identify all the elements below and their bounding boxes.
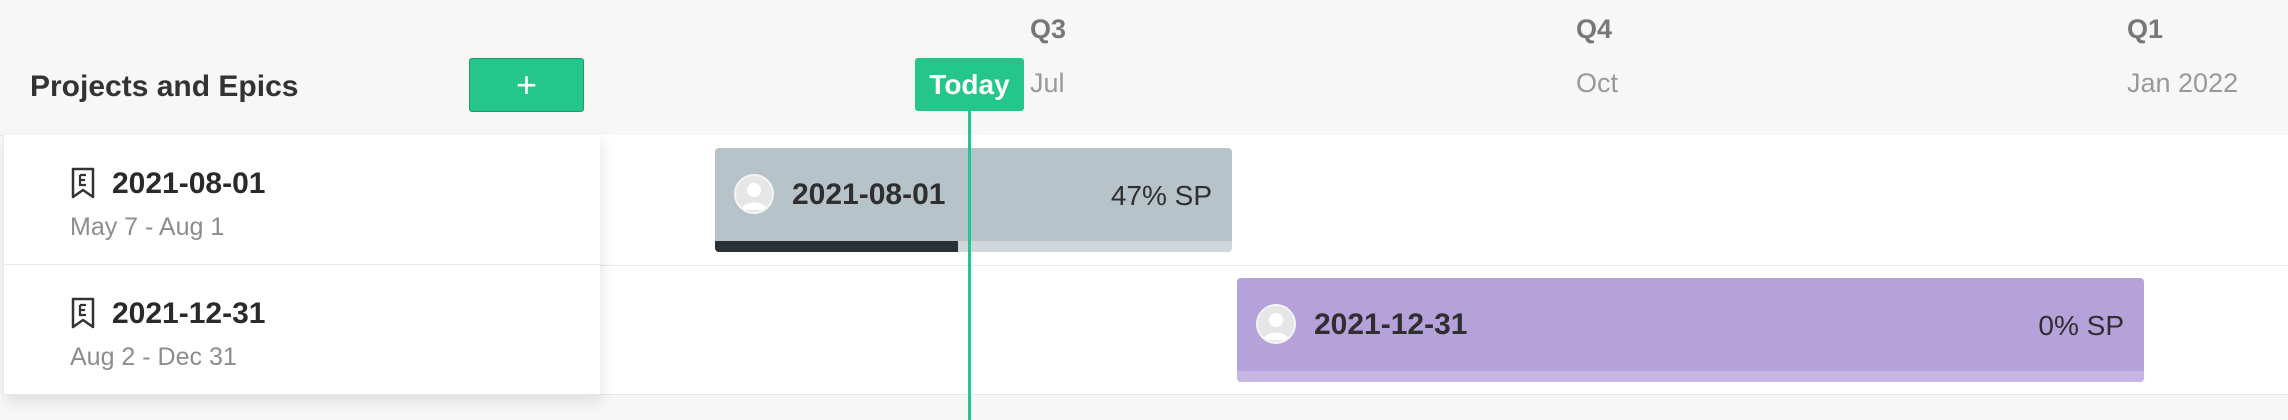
epic-bar-2021-08-01[interactable]: 2021-08-01 47% SP <box>715 148 1232 252</box>
avatar <box>734 174 774 214</box>
epic-list: 2021-08-01 May 7 - Aug 1 2021-12-31 Aug … <box>3 135 601 395</box>
epic-bar-title: 2021-12-31 <box>1314 308 1468 341</box>
epic-bar-title: 2021-08-01 <box>792 178 946 211</box>
epic-bar-2021-12-31[interactable]: 2021-12-31 0% SP <box>1237 278 2144 382</box>
epic-name: 2021-08-01 <box>112 167 266 200</box>
today-marker-label: Today <box>915 58 1024 111</box>
story-points-progress: 0% SP <box>2038 310 2124 341</box>
quarter-label-q3: Q3 <box>1030 14 1067 44</box>
epic-date-range: May 7 - Aug 1 <box>70 213 225 241</box>
row-divider <box>600 394 2288 395</box>
epic-name: 2021-12-31 <box>112 297 266 330</box>
epic-row-2021-08-01[interactable]: 2021-08-01 May 7 - Aug 1 <box>4 135 601 265</box>
story-points-progress: 47% SP <box>1110 180 1212 211</box>
quarter-label-q4: Q4 <box>1576 14 1613 44</box>
quarter-label-q1: Q1 <box>2127 14 2164 44</box>
add-epic-button[interactable]: + <box>469 58 584 112</box>
user-placeholder-icon <box>1263 313 1289 340</box>
user-placeholder-icon <box>741 183 767 210</box>
row-divider <box>600 265 2288 266</box>
progress-track <box>715 241 1232 252</box>
progress-track <box>1237 371 2144 382</box>
progress-fill <box>715 241 958 252</box>
epic-bookmark-icon <box>71 167 95 199</box>
month-label-jan-2022: Jan 2022 <box>2127 68 2239 98</box>
avatar <box>1256 304 1296 344</box>
month-label-oct: Oct <box>1576 68 1619 98</box>
epic-bookmark-icon <box>71 297 95 329</box>
panel-title: Projects and Epics <box>30 70 299 103</box>
today-marker-line <box>968 80 971 420</box>
epic-date-range: Aug 2 - Dec 31 <box>70 343 237 371</box>
timeline-header <box>0 0 2288 136</box>
epic-row-2021-12-31[interactable]: 2021-12-31 Aug 2 - Dec 31 <box>4 265 601 395</box>
month-label-jul: Jul <box>1030 68 1065 98</box>
